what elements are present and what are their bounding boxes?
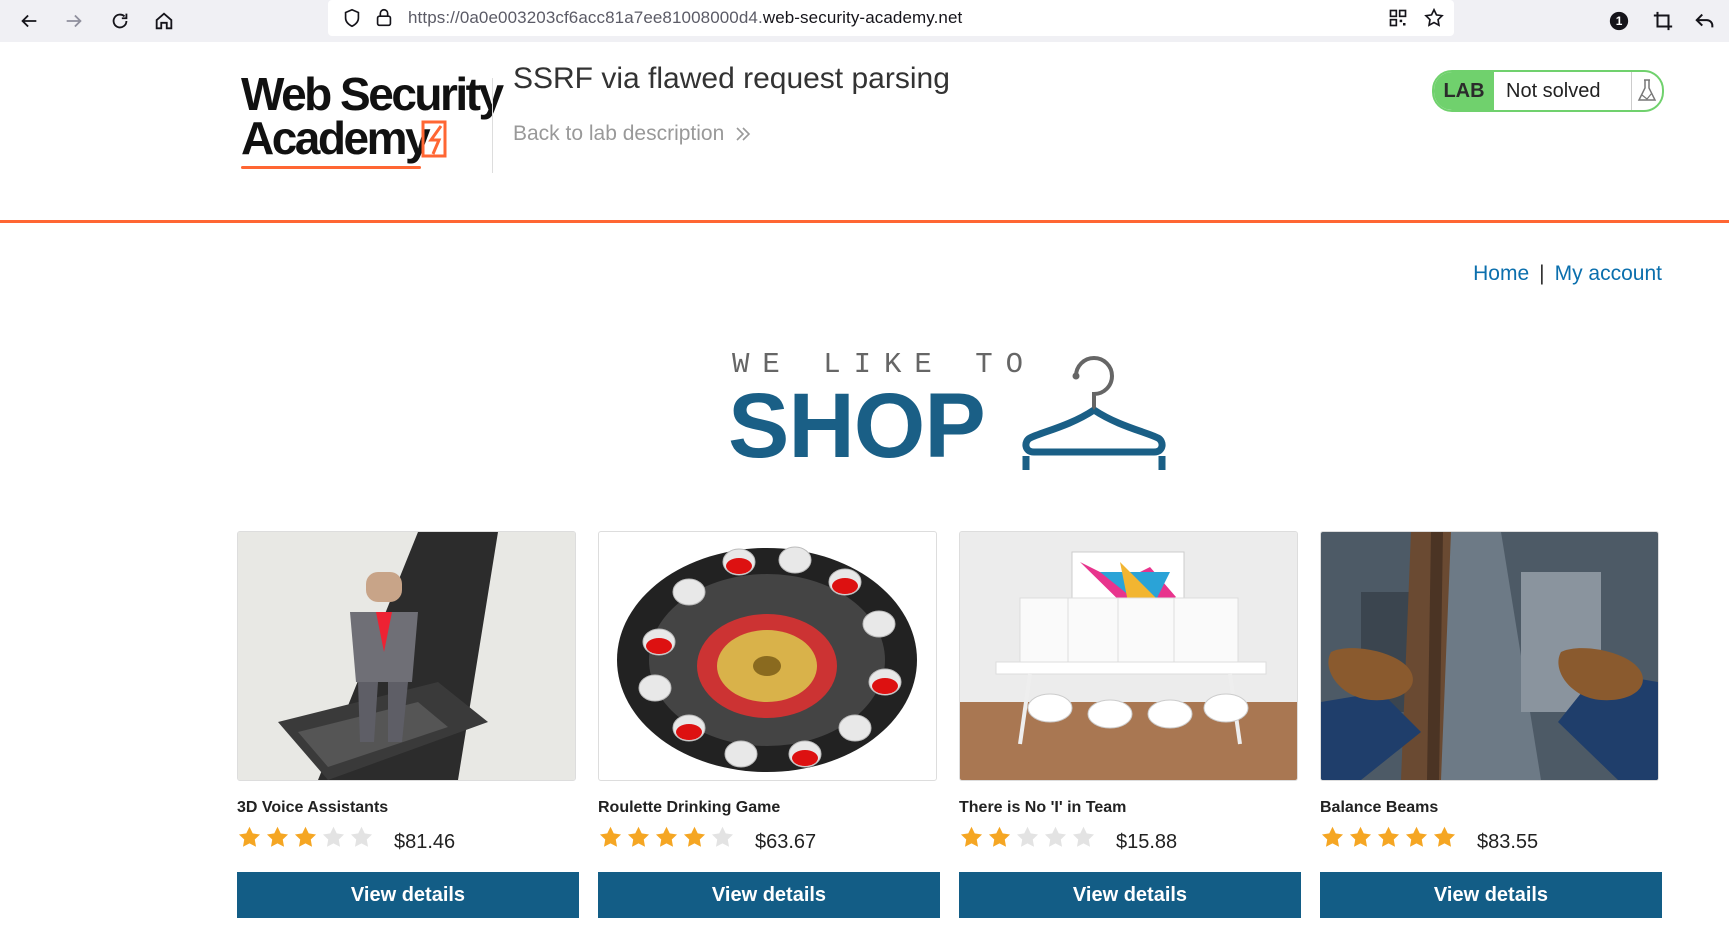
star-filled-icon xyxy=(1433,826,1456,847)
product-name: 3D Voice Assistants xyxy=(237,799,389,816)
web-security-academy-logo[interactable]: Web Security Academy xyxy=(241,70,504,170)
product-image-team[interactable] xyxy=(959,531,1298,781)
star-filled-icon xyxy=(1321,826,1344,847)
nav-separator: | xyxy=(1539,262,1545,285)
star-rating xyxy=(1320,825,1457,850)
crop-icon[interactable] xyxy=(1648,6,1678,36)
product-image-balance-beams[interactable] xyxy=(1320,531,1659,781)
product-name: There is No 'I' in Team xyxy=(959,799,1127,816)
product-price: $63.67 xyxy=(755,831,817,853)
browser-toolbar: https://0a0e003203cf6acc81a7ee81008000d4… xyxy=(0,0,1729,43)
product-image-voice-assistant[interactable] xyxy=(237,531,576,781)
view-details-button[interactable]: View details xyxy=(598,872,940,918)
lab-header: Web Security Academy SSRF via flawed req… xyxy=(0,42,1729,223)
lab-status-widget: LAB Not solved xyxy=(1432,70,1664,112)
product-image-roulette-game[interactable] xyxy=(598,531,937,781)
star-filled-icon xyxy=(1349,826,1372,847)
star-empty-icon xyxy=(350,826,373,847)
notification-count: 1 xyxy=(1616,14,1623,28)
flask-icon xyxy=(1632,72,1662,110)
back-link-label: Back to lab description xyxy=(513,122,725,145)
reload-icon[interactable] xyxy=(105,6,135,36)
product-name: Roulette Drinking Game xyxy=(598,799,781,816)
star-empty-icon xyxy=(322,826,345,847)
product-price: $15.88 xyxy=(1116,831,1178,853)
forward-arrow-icon[interactable] xyxy=(59,6,89,36)
star-filled-icon xyxy=(238,826,261,847)
star-filled-icon xyxy=(655,826,678,847)
logo-line2: Academy xyxy=(241,112,431,164)
header-divider xyxy=(492,78,493,173)
shop-banner: WE LIKE TO SHOP xyxy=(728,344,1168,477)
top-navigation: Home | My account xyxy=(1473,262,1662,286)
view-details-button[interactable]: View details xyxy=(1320,872,1662,918)
product-price: $81.46 xyxy=(394,831,456,853)
product-price: $83.55 xyxy=(1477,831,1539,853)
star-filled-icon xyxy=(294,826,317,847)
star-filled-icon xyxy=(960,826,983,847)
star-rating xyxy=(959,825,1096,850)
star-filled-icon xyxy=(683,826,706,847)
double-chevron-right-icon xyxy=(736,127,751,141)
star-empty-icon xyxy=(1044,826,1067,847)
star-filled-icon xyxy=(599,826,622,847)
qr-code-icon[interactable] xyxy=(1386,6,1410,30)
undo-arrow-icon[interactable] xyxy=(1690,6,1720,36)
lab-badge: LAB xyxy=(1434,72,1494,110)
star-empty-icon xyxy=(711,826,734,847)
view-details-button[interactable]: View details xyxy=(237,872,579,918)
shield-icon[interactable] xyxy=(340,6,364,30)
back-arrow-icon[interactable] xyxy=(14,6,44,36)
view-details-button[interactable]: View details xyxy=(959,872,1301,918)
lab-title: SSRF via flawed request parsing xyxy=(513,62,950,95)
star-empty-icon xyxy=(1016,826,1039,847)
logo-line1: Web Security xyxy=(241,68,504,120)
logo-underline xyxy=(241,166,421,169)
star-rating xyxy=(598,825,735,850)
star-filled-icon xyxy=(988,826,1011,847)
star-filled-icon xyxy=(1377,826,1400,847)
home-link[interactable]: Home xyxy=(1473,262,1529,285)
star-rating xyxy=(237,825,374,850)
clothes-hanger-icon xyxy=(1022,356,1166,470)
home-icon[interactable] xyxy=(149,6,179,36)
product-grid: 3D Voice Assistants $81.46 View details xyxy=(237,531,1662,931)
url-text[interactable]: https://0a0e003203cf6acc81a7ee81008000d4… xyxy=(408,8,962,28)
url-domain: web-security-academy.net xyxy=(762,8,963,27)
notification-badge-icon[interactable]: 1 xyxy=(1604,6,1634,36)
address-bar[interactable]: https://0a0e003203cf6acc81a7ee81008000d4… xyxy=(328,0,1454,36)
star-filled-icon xyxy=(266,826,289,847)
star-filled-icon xyxy=(1405,826,1428,847)
product-name: Balance Beams xyxy=(1320,799,1439,816)
banner-shop-title: SHOP xyxy=(728,375,986,477)
lock-icon[interactable] xyxy=(372,6,396,30)
star-empty-icon xyxy=(1072,826,1095,847)
lab-status-text: Not solved xyxy=(1494,72,1632,110)
back-to-lab-description-link[interactable]: Back to lab description xyxy=(513,122,752,146)
bookmark-star-icon[interactable] xyxy=(1422,6,1446,30)
logo-lightning-icon xyxy=(421,120,447,158)
star-filled-icon xyxy=(627,826,650,847)
url-prefix: https://0a0e003203cf6acc81a7ee81008000d4… xyxy=(408,8,763,27)
my-account-link[interactable]: My account xyxy=(1555,262,1662,285)
